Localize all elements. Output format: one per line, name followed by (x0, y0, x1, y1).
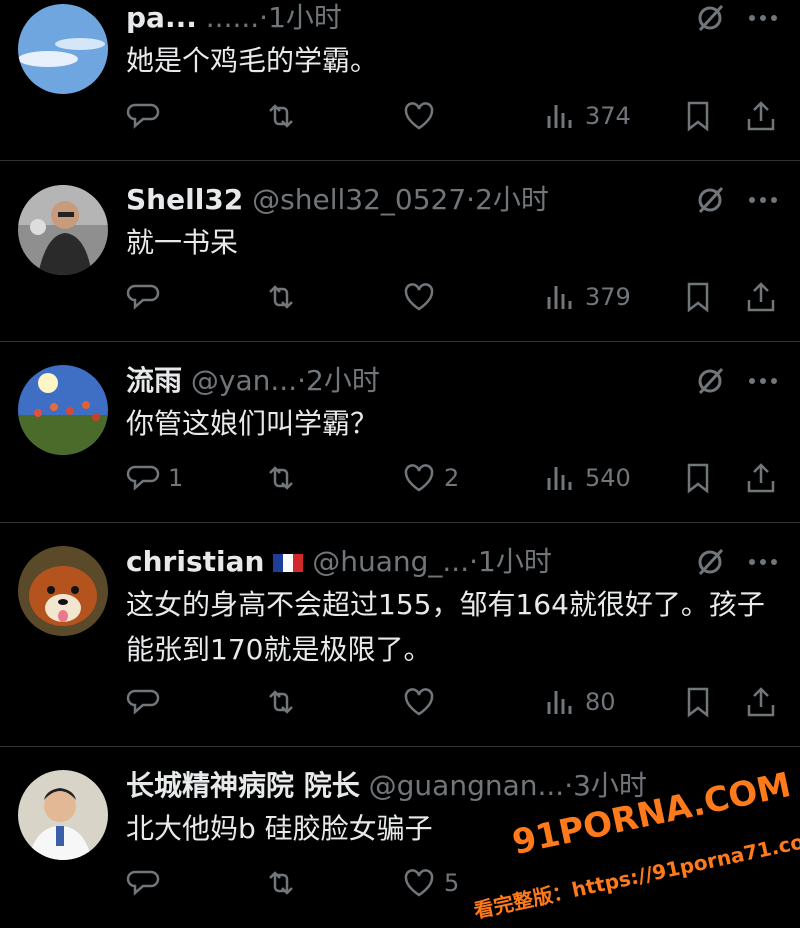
heart-icon (404, 869, 434, 897)
reply-post[interactable]: christian @huang_...·1小时 这女的身高不会超过155，邹有… (0, 522, 800, 747)
grok-icon[interactable] (696, 184, 726, 214)
grok-icon[interactable] (696, 2, 726, 32)
share-icon (747, 687, 775, 717)
reply-button[interactable]: 1 (126, 458, 183, 498)
post-header: Shell32 @shell32_0527·2小时 (126, 178, 690, 222)
grok-icon[interactable] (696, 546, 726, 576)
action-bar: 80 (0, 682, 800, 722)
avatar[interactable] (18, 770, 108, 860)
share-button[interactable] (744, 277, 778, 317)
bookmark-button[interactable] (681, 682, 715, 722)
post-text: 你管这娘们叫学霸？ (126, 407, 379, 440)
flag-icon (273, 554, 304, 572)
author-name[interactable]: 流雨 (126, 364, 182, 397)
reply-button[interactable] (126, 96, 168, 136)
heart-icon (404, 464, 434, 492)
watermark: 91PORNA.COM 看完整版：https://91porna71.com (470, 765, 800, 923)
post-header: 流雨 @yan...·2小时 (126, 359, 690, 403)
reply-post[interactable]: 流雨 @yan...·2小时 你管这娘们叫学霸？ 1 2 540 (0, 341, 800, 523)
repost-icon (269, 690, 293, 714)
repost-button[interactable] (264, 863, 306, 903)
bookmark-icon (687, 282, 709, 313)
like-button[interactable]: 2 (402, 458, 459, 498)
more-icon[interactable] (748, 558, 778, 566)
avatar[interactable] (18, 4, 108, 94)
author-name[interactable]: Shell32 (126, 183, 243, 216)
author-handle[interactable]: @shell32_0527 (252, 183, 466, 216)
views-button[interactable]: 379 (543, 277, 631, 317)
repost-button[interactable] (264, 458, 306, 498)
bookmark-icon (687, 463, 709, 494)
avatar[interactable] (18, 185, 108, 275)
like-button[interactable] (402, 682, 444, 722)
author-handle[interactable]: @yan... (191, 364, 297, 397)
views-icon (547, 467, 572, 490)
author-handle[interactable]: @huang_... (312, 545, 469, 578)
views-icon (547, 105, 572, 128)
heart-icon (404, 688, 434, 716)
share-icon (747, 463, 775, 493)
like-button[interactable] (402, 277, 444, 317)
avatar[interactable] (18, 546, 108, 636)
reply-icon (126, 284, 160, 310)
author-handle[interactable]: ...... (206, 1, 259, 34)
action-bar: 379 (0, 277, 800, 317)
heart-icon (404, 283, 434, 311)
post-text: 就一书呆 (126, 226, 239, 259)
views-button[interactable]: 374 (543, 96, 631, 136)
views-button[interactable]: 80 (543, 682, 616, 722)
more-icon[interactable] (748, 377, 778, 385)
author-name[interactable]: pa... (126, 1, 197, 34)
views-icon (547, 691, 572, 714)
bookmark-icon (687, 101, 709, 132)
grok-icon[interactable] (696, 365, 726, 395)
repost-button[interactable] (264, 682, 306, 722)
post-time: ·2小时 (466, 183, 549, 216)
like-button[interactable]: 5 (402, 863, 459, 903)
reply-button[interactable] (126, 682, 168, 722)
more-icon[interactable] (748, 14, 778, 22)
post-time: ·2小时 (297, 364, 380, 397)
post-time: ·1小时 (259, 1, 342, 34)
bookmark-icon (687, 687, 709, 718)
action-bar: 1 2 540 (0, 458, 800, 498)
share-icon (747, 101, 775, 131)
share-button[interactable] (744, 458, 778, 498)
post-header: pa... ......·1小时 (126, 0, 690, 40)
more-icon[interactable] (748, 196, 778, 204)
post-text: 她是个鸡毛的学霸。 (126, 44, 379, 77)
repost-icon (269, 871, 293, 895)
reply-icon (126, 870, 160, 896)
repost-icon (269, 104, 293, 128)
post-header: christian @huang_...·1小时 (126, 540, 690, 584)
reply-post[interactable]: Shell32 @shell32_0527·2小时 就一书呆 379 (0, 160, 800, 342)
action-bar: 374 (0, 96, 800, 136)
repost-icon (269, 466, 293, 490)
bookmark-button[interactable] (681, 96, 715, 136)
like-button[interactable] (402, 96, 444, 136)
reply-icon (126, 465, 160, 491)
views-button[interactable]: 540 (543, 458, 631, 498)
bookmark-button[interactable] (681, 277, 715, 317)
author-name[interactable]: christian (126, 545, 264, 578)
repost-button[interactable] (264, 96, 306, 136)
avatar[interactable] (18, 365, 108, 455)
share-icon (747, 282, 775, 312)
reply-button[interactable] (126, 277, 168, 317)
post-time: ·1小时 (469, 545, 552, 578)
share-button[interactable] (744, 96, 778, 136)
views-icon (547, 286, 572, 309)
reply-icon (126, 103, 160, 129)
repost-button[interactable] (264, 277, 306, 317)
heart-icon (404, 102, 434, 130)
post-text: 这女的身高不会超过155，邹有164就很好了。孩子能张到170就是极限了。 (126, 588, 765, 666)
reply-button[interactable] (126, 863, 168, 903)
bookmark-button[interactable] (681, 458, 715, 498)
author-name[interactable]: 长城精神病院 院长 (126, 769, 360, 802)
reply-post[interactable]: pa... ......·1小时 她是个鸡毛的学霸。 374 (0, 0, 800, 161)
repost-icon (269, 285, 293, 309)
share-button[interactable] (744, 682, 778, 722)
reply-icon (126, 689, 160, 715)
